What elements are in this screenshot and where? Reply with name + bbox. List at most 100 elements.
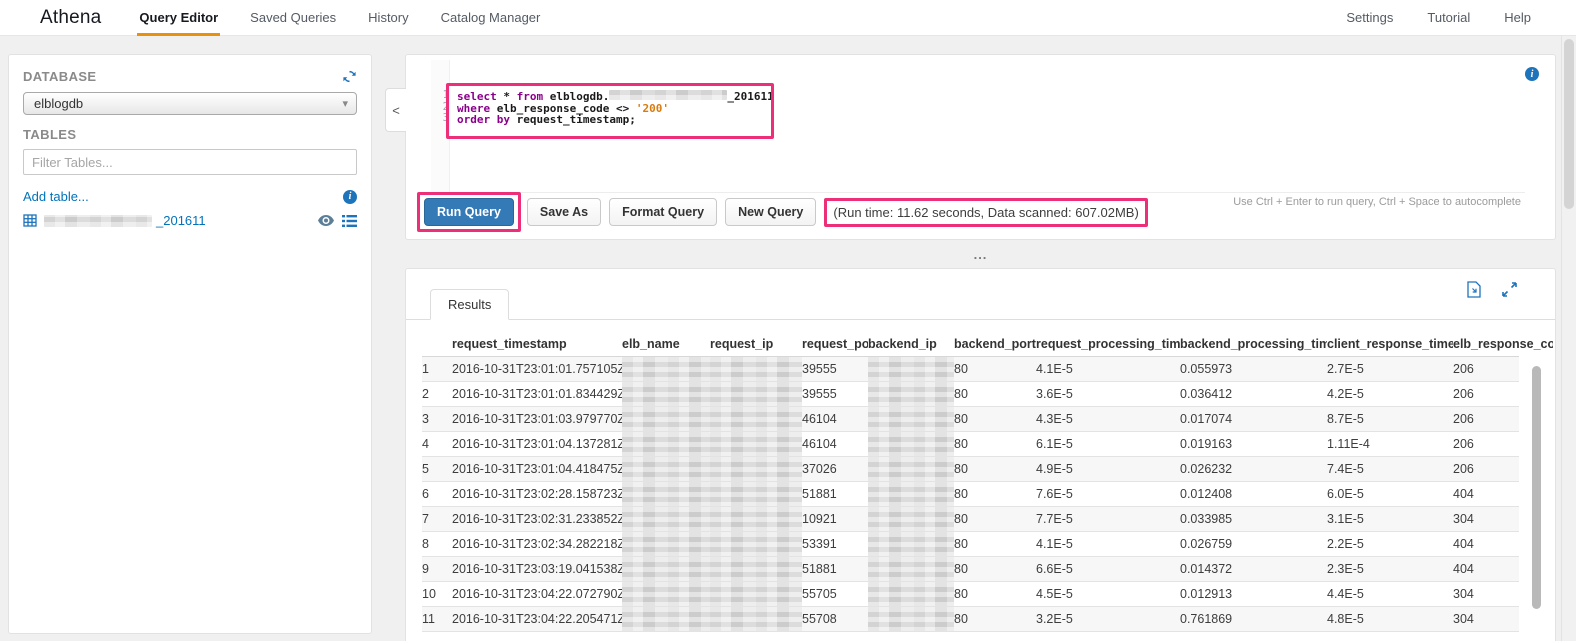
- cell-request_timestamp: 2016-10-31T23:04:22.205471Z: [452, 612, 622, 626]
- table-properties-icon[interactable]: [342, 214, 357, 227]
- cell-n: 8: [422, 537, 429, 551]
- cell-request_ip: [710, 532, 802, 556]
- cell-elb_name: [622, 507, 710, 531]
- column-header-request_processing_time: request_processing_time: [1036, 336, 1180, 351]
- cell-request_processing_time: 6.1E-5: [1036, 437, 1073, 451]
- column-header-request_port: request_port: [802, 336, 868, 351]
- table-row: 9 2016-10-31T23:03:19.041538Z 51881 80 6.6E-…: [422, 557, 1519, 582]
- redacted-value: [710, 482, 802, 506]
- table-grid-icon: [23, 214, 37, 227]
- results-scrollbar-thumb[interactable]: [1532, 366, 1541, 609]
- redacted-value: [622, 582, 710, 606]
- info-icon[interactable]: i: [343, 189, 357, 204]
- redacted-value: [710, 507, 802, 531]
- collapse-sidebar-button[interactable]: <: [385, 88, 406, 132]
- cell-elb_name: [622, 607, 710, 631]
- cell-client_response_time: 4.8E-5: [1327, 612, 1364, 626]
- redacted-value: [622, 607, 710, 631]
- cell-backend_port: 80: [954, 412, 968, 426]
- tab-saved-queries[interactable]: Saved Queries: [234, 0, 352, 36]
- redacted-value: [868, 582, 954, 606]
- redacted-value: [622, 432, 710, 456]
- panel-splitter[interactable]: ...: [405, 248, 1556, 262]
- redacted-value: [622, 407, 710, 431]
- cell-backend_processing_time: 0.019163: [1180, 437, 1233, 451]
- cell-backend_ip: [868, 607, 954, 631]
- column-header-client_response_time: client_response_time: [1327, 336, 1453, 351]
- redacted-value: [710, 582, 802, 606]
- column-header-elb_response_code: elb_response_code: [1453, 336, 1553, 351]
- database-heading: DATABASE: [23, 69, 97, 84]
- cell-backend_processing_time: 0.036412: [1180, 387, 1233, 401]
- page-scrollbar-thumb[interactable]: [1564, 39, 1574, 209]
- cell-backend_ip: [868, 457, 954, 481]
- cell-backend_ip: [868, 357, 954, 381]
- tab-results[interactable]: Results: [430, 289, 510, 320]
- cell-client_response_time: 8.7E-5: [1327, 412, 1364, 426]
- results-table: request_timestamp elb_name request_ip reque…: [422, 331, 1553, 632]
- cell-backend_processing_time: 0.033985: [1180, 512, 1233, 526]
- shortcut-hint: Use Ctrl + Enter to run query, Ctrl + Sp…: [1233, 196, 1521, 208]
- preview-eye-icon[interactable]: [318, 215, 334, 226]
- cell-backend_processing_time: 0.014372: [1180, 562, 1233, 576]
- cell-request_port: 51881: [802, 562, 837, 576]
- top-navbar: Athena Query Editor Saved Queries Histor…: [0, 0, 1576, 36]
- nav-link-tutorial[interactable]: Tutorial: [1410, 10, 1487, 25]
- cell-client_response_time: 4.2E-5: [1327, 387, 1364, 401]
- table-row: 5 2016-10-31T23:01:04.418475Z 37026 80 4.9E-…: [422, 457, 1519, 482]
- editor-info-icon[interactable]: i: [1525, 67, 1539, 81]
- format-query-button[interactable]: Format Query: [609, 198, 718, 226]
- query-editor-panel: < i 123 select * from elblogdb. _201611 wh…: [385, 54, 1556, 240]
- redacted-value: [710, 357, 802, 381]
- redacted-value: [868, 607, 954, 631]
- database-select[interactable]: elblogdb ▾: [23, 92, 357, 115]
- add-table-link[interactable]: Add table...: [23, 189, 89, 204]
- column-header-backend_processing_time: backend_processing_time: [1180, 336, 1327, 351]
- table-name-redacted: [44, 214, 152, 227]
- cell-backend_ip: [868, 507, 954, 531]
- cell-backend_port: 80: [954, 512, 968, 526]
- database-select-value: elblogdb: [34, 96, 84, 111]
- cell-backend_processing_time: 0.012913: [1180, 587, 1233, 601]
- cell-request_port: 39555: [802, 362, 837, 376]
- page-scrollbar-track: [1561, 36, 1576, 641]
- filter-tables-input[interactable]: [23, 149, 357, 175]
- cell-backend_ip: [868, 482, 954, 506]
- cell-backend_ip: [868, 382, 954, 406]
- cell-client_response_time: 2.2E-5: [1327, 537, 1364, 551]
- cell-request_ip: [710, 482, 802, 506]
- cell-backend_port: 80: [954, 587, 968, 601]
- redacted-value: [710, 407, 802, 431]
- cell-elb_name: [622, 482, 710, 506]
- redacted-value: [868, 382, 954, 406]
- cell-request_ip: [710, 357, 802, 381]
- cell-request_ip: [710, 557, 802, 581]
- redacted-value: [868, 432, 954, 456]
- cell-elb_name: [622, 532, 710, 556]
- sql-editor[interactable]: 123 select * from elblogdb. _201611 where …: [431, 60, 1525, 193]
- cell-request_port: 46104: [802, 437, 837, 451]
- tab-catalog-manager[interactable]: Catalog Manager: [425, 0, 557, 36]
- cell-request_ip: [710, 407, 802, 431]
- tab-history[interactable]: History: [352, 0, 424, 36]
- cell-request_port: 10921: [802, 512, 837, 526]
- nav-link-settings[interactable]: Settings: [1329, 10, 1410, 25]
- tab-query-editor[interactable]: Query Editor: [123, 0, 234, 36]
- cell-request_port: 37026: [802, 462, 837, 476]
- redacted-value: [868, 357, 954, 381]
- new-query-button[interactable]: New Query: [725, 198, 817, 226]
- tables-heading: TABLES: [23, 127, 77, 142]
- refresh-icon[interactable]: [342, 69, 357, 84]
- run-query-button[interactable]: Run Query: [424, 198, 514, 226]
- redacted-value: [622, 557, 710, 581]
- cell-elb_name: [622, 432, 710, 456]
- nav-link-help[interactable]: Help: [1487, 10, 1548, 25]
- cell-backend_ip: [868, 532, 954, 556]
- redacted-value: [710, 382, 802, 406]
- save-as-button[interactable]: Save As: [526, 198, 602, 226]
- cell-n: 2: [422, 387, 429, 401]
- table-row: 7 2016-10-31T23:02:31.233852Z 10921 80 7.7E-…: [422, 507, 1519, 532]
- table-list-item[interactable]: _201611: [23, 213, 357, 228]
- redacted-value: [710, 457, 802, 481]
- table-row: 8 2016-10-31T23:02:34.282218Z 53391 80 4.1E-…: [422, 532, 1519, 557]
